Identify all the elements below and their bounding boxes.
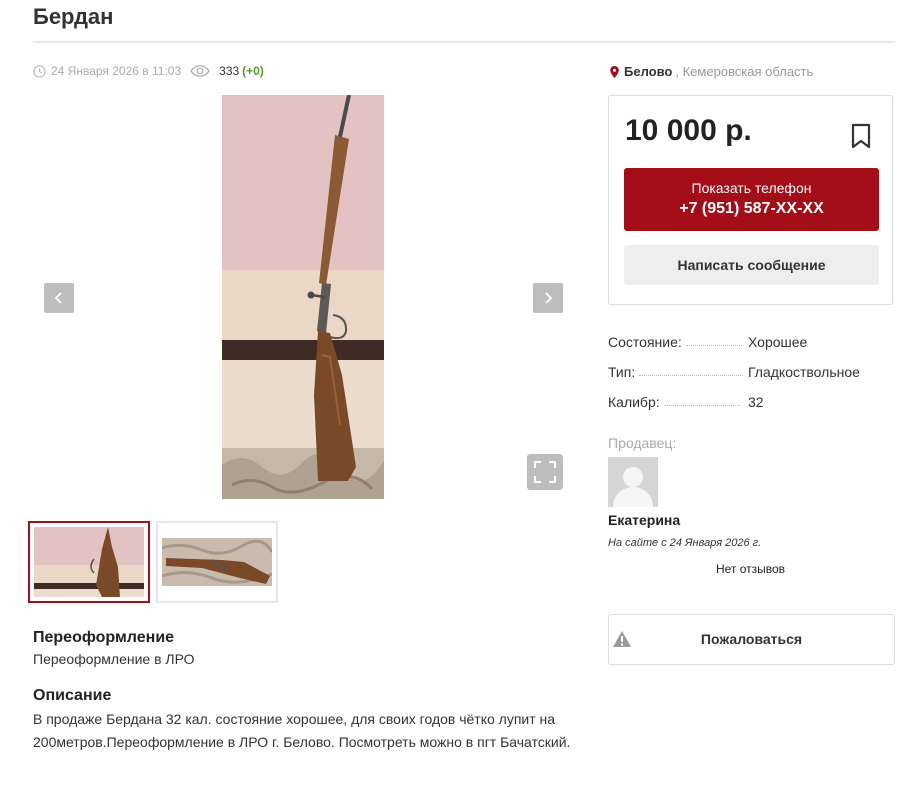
seller-since: На сайте с 24 Января 2026 г. [608, 537, 762, 549]
listing-date: 24 Января 2026 в 11:03 [51, 64, 182, 78]
dotted-leader [685, 345, 742, 346]
thumbnail-1-image [34, 527, 144, 597]
bookmark-button[interactable] [850, 123, 872, 154]
property-row: Тип: Гладкоствольное [608, 364, 893, 380]
reregistration-text: Переоформление в ЛРО [33, 651, 195, 667]
thumbnail-2-image [162, 538, 272, 586]
fullscreen-icon [534, 461, 556, 483]
bookmark-icon [851, 123, 871, 149]
description-text: В продаже Бердана 32 кал. состояние хоро… [33, 711, 571, 750]
report-button[interactable]: Пожаловаться [608, 614, 895, 665]
property-row: Состояние: Хорошее [608, 334, 893, 350]
show-phone-button[interactable]: Показать телефон +7 (951) 587-XX-XX [624, 168, 879, 231]
seller-reviews[interactable]: Нет отзывов [608, 562, 893, 576]
property-value: Гладкоствольное [748, 364, 860, 380]
location: Белово , Кемеровская область [610, 64, 813, 79]
seller-name[interactable]: Екатерина [608, 512, 680, 528]
property-key: Тип: [608, 364, 636, 380]
property-value: 32 [748, 394, 764, 410]
user-silhouette-icon [613, 467, 653, 507]
location-city: Белово [624, 64, 673, 79]
reregistration-heading: Переоформление [33, 629, 175, 646]
views-increment: (+0) [242, 64, 264, 78]
show-phone-label: Показать телефон [691, 180, 812, 196]
write-message-button[interactable]: Написать сообщение [624, 245, 879, 285]
next-photo-button[interactable] [533, 283, 563, 313]
main-photo[interactable] [222, 95, 384, 499]
thumbnail-2[interactable] [156, 521, 278, 603]
description-heading: Описание [33, 687, 112, 704]
report-label: Пожаловаться [700, 631, 803, 647]
thumbnail-1[interactable] [28, 521, 150, 603]
prev-photo-button[interactable] [44, 283, 74, 313]
property-value: Хорошее [748, 334, 808, 350]
seller-avatar[interactable] [608, 457, 658, 507]
property-key: Калибр: [608, 394, 660, 410]
eye-icon [190, 65, 210, 77]
title-divider [33, 41, 895, 43]
property-row: Калибр: 32 [608, 394, 893, 410]
listing-meta: 24 Января 2026 в 11:03 333 (+0) [33, 64, 264, 78]
chevron-right-icon [545, 292, 553, 304]
location-region: , Кемеровская область [675, 64, 814, 79]
rifle-photo [222, 95, 384, 499]
dotted-leader [663, 405, 740, 406]
price-box: 10 000 р. Показать телефон +7 (951) 587-… [608, 95, 893, 305]
phone-number: +7 (951) 587-XX-XX [679, 200, 824, 217]
dotted-leader [639, 375, 744, 376]
location-pin-icon [610, 65, 619, 78]
price: 10 000 р. [625, 114, 752, 147]
clock-icon [33, 64, 46, 78]
chevron-left-icon [54, 292, 62, 304]
page-title: Бердан [33, 4, 114, 29]
views-count: 333 [219, 64, 240, 78]
fullscreen-button[interactable] [527, 454, 563, 490]
property-key: Состояние: [608, 334, 682, 350]
seller-heading: Продавец: [608, 435, 677, 451]
